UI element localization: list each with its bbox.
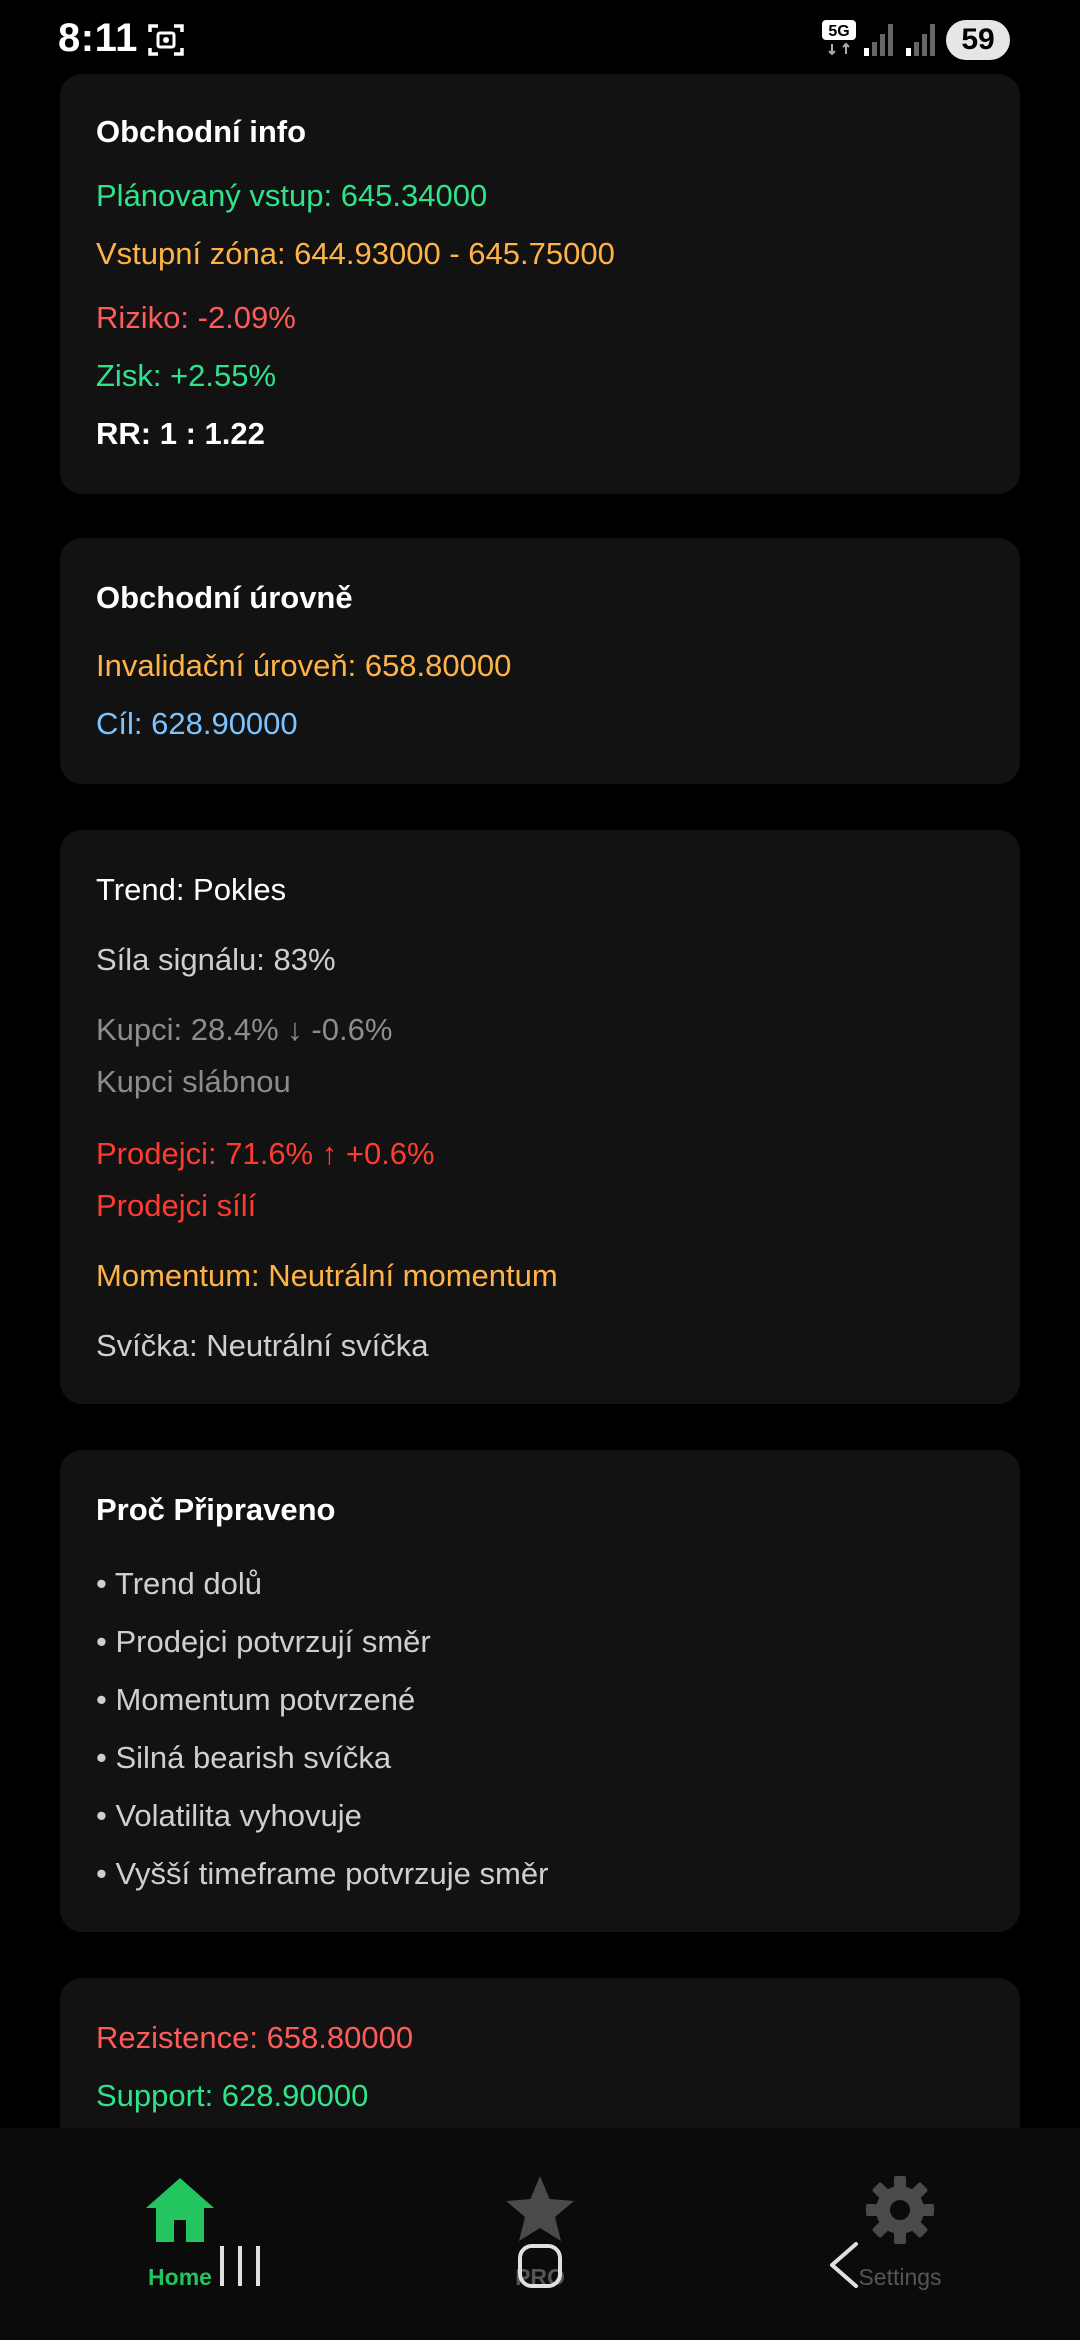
trade-info-title: Obchodní info — [96, 114, 307, 149]
analysis-card: Trend: Pokles Síla signálu: 83% Kupci: 2… — [60, 830, 1020, 1404]
invalidation-level: Invalidační úroveň: 658.80000 — [96, 648, 512, 683]
candle-value: Svíčka: Neutrální svíčka — [96, 1328, 429, 1363]
trade-levels-title: Obchodní úrovně — [96, 580, 353, 615]
star-icon — [506, 2176, 574, 2241]
sellers-value: Prodejci: 71.6% ↑ +0.6% — [96, 1136, 435, 1171]
reason-item: • Silná bearish svíčka — [96, 1740, 392, 1775]
battery-indicator: 59 — [946, 20, 1010, 60]
trade-info-card: Obchodní info Plánovaný vstup: 645.34000… — [60, 74, 1020, 494]
status-bar: 8:11 5G 59 — [0, 0, 1080, 72]
reason-item: • Prodejci potvrzují směr — [96, 1624, 431, 1659]
sellers-note: Prodejci sílí — [96, 1188, 257, 1223]
planned-entry: Plánovaný vstup: 645.34000 — [96, 178, 488, 213]
screenshot-icon — [148, 24, 184, 56]
buyers-value: Kupci: 28.4% ↓ -0.6% — [96, 1012, 393, 1047]
reason-item: • Momentum potvrzené — [96, 1682, 416, 1717]
home-icon — [146, 2178, 214, 2242]
status-time: 8:11 — [58, 16, 138, 60]
system-home-icon[interactable] — [516, 2242, 564, 2290]
trend-value: Trend: Pokles — [96, 872, 287, 907]
entry-zone: Vstupní zóna: 644.93000 - 645.75000 — [96, 236, 615, 271]
signal-icon — [864, 24, 893, 56]
network-5g-icon: 5G — [820, 18, 858, 58]
profit-value: Zisk: +2.55% — [96, 358, 277, 393]
buyers-note: Kupci slábnou — [96, 1064, 291, 1099]
reason-item: • Vyšší timeframe potvrzuje směr — [96, 1856, 549, 1891]
risk-value: Riziko: -2.09% — [96, 300, 296, 335]
momentum-value: Momentum: Neutrální momentum — [96, 1258, 558, 1293]
reasons-card: Proč Připraveno • Trend dolů • Prodejci … — [60, 1450, 1020, 1932]
signal-icon — [906, 24, 935, 56]
network-label: 5G — [828, 23, 849, 40]
reason-item: • Trend dolů — [96, 1566, 262, 1601]
trade-levels-card: Obchodní úrovně Invalidační úroveň: 658.… — [60, 538, 1020, 784]
recents-icon[interactable] — [216, 2242, 264, 2290]
reasons-title: Proč Připraveno — [96, 1492, 336, 1527]
signal-strength: Síla signálu: 83% — [96, 942, 336, 977]
resistance-level: Rezistence: 658.80000 — [96, 2020, 414, 2055]
reason-item: • Volatilita vyhovuje — [96, 1798, 362, 1833]
gear-icon — [866, 2176, 934, 2244]
bottom-navigation: Home PRO Settings — [0, 2128, 1080, 2340]
support-level: Support: 628.90000 — [96, 2078, 369, 2113]
target-level: Cíl: 628.90000 — [96, 706, 298, 741]
risk-reward-ratio: RR: 1 : 1.22 — [96, 416, 265, 451]
back-icon[interactable] — [826, 2240, 862, 2290]
